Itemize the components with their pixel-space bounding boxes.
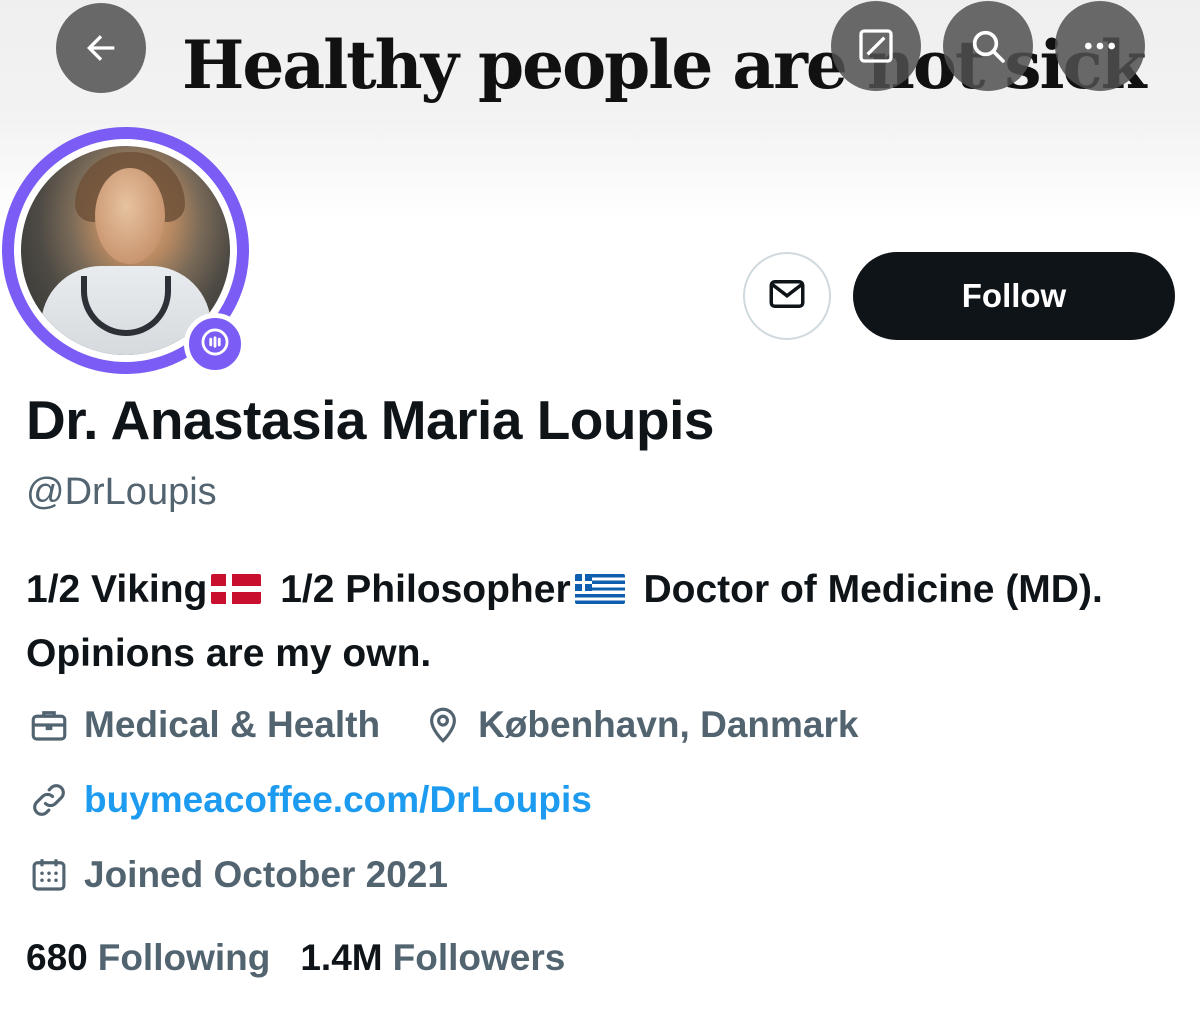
grok-icon — [856, 26, 896, 66]
following-label: Following — [97, 937, 271, 978]
joined-label: Joined October 2021 — [84, 854, 448, 895]
follow-stats: 680 Following 1.4M Followers — [26, 937, 595, 979]
bio: 1/2 Viking 1/2 Philosopher Doctor of Med… — [26, 558, 1126, 686]
following-link[interactable]: 680 Following — [26, 937, 270, 979]
message-button[interactable] — [743, 252, 831, 340]
briefcase-icon — [26, 702, 72, 748]
website-row: buymeacoffee.com/DrLoupis — [26, 777, 592, 823]
envelope-icon — [766, 273, 808, 320]
link-icon — [26, 777, 72, 823]
space-live-badge[interactable] — [184, 313, 246, 375]
user-handle: @DrLoupis — [26, 471, 217, 513]
location-label: København, Danmark — [478, 704, 859, 745]
greece-flag-icon — [574, 574, 625, 604]
search-button[interactable] — [943, 1, 1033, 91]
location-item: København, Danmark — [420, 702, 858, 748]
location-pin-icon — [420, 702, 466, 748]
display-name: Dr. Anastasia Maria Loupis — [26, 389, 714, 451]
category-item: Medical & Health — [26, 702, 380, 748]
search-icon — [968, 26, 1008, 66]
denmark-flag-icon — [211, 574, 262, 604]
follow-button[interactable]: Follow — [853, 252, 1175, 340]
followers-count: 1.4M — [300, 937, 383, 978]
bio-part-1: 1/2 Viking — [26, 568, 208, 611]
grok-button[interactable] — [831, 1, 921, 91]
more-button[interactable] — [1055, 1, 1145, 91]
category-label: Medical & Health — [84, 704, 381, 745]
spaces-icon — [198, 325, 232, 364]
arrow-left-icon — [81, 28, 121, 68]
followers-label: Followers — [392, 937, 566, 978]
website-link[interactable]: buymeacoffee.com/DrLoupis — [84, 779, 592, 821]
joined-row: Joined October 2021 — [26, 852, 448, 898]
more-icon — [1080, 26, 1120, 66]
followers-link[interactable]: 1.4M Followers — [300, 937, 565, 979]
calendar-icon — [26, 852, 72, 898]
following-count: 680 — [26, 937, 88, 978]
avatar-face — [95, 168, 165, 264]
bio-part-2: 1/2 Philosopher — [280, 568, 571, 611]
back-button[interactable] — [56, 3, 146, 93]
profile-meta-row: Medical & Health København, Danmark — [26, 702, 858, 748]
